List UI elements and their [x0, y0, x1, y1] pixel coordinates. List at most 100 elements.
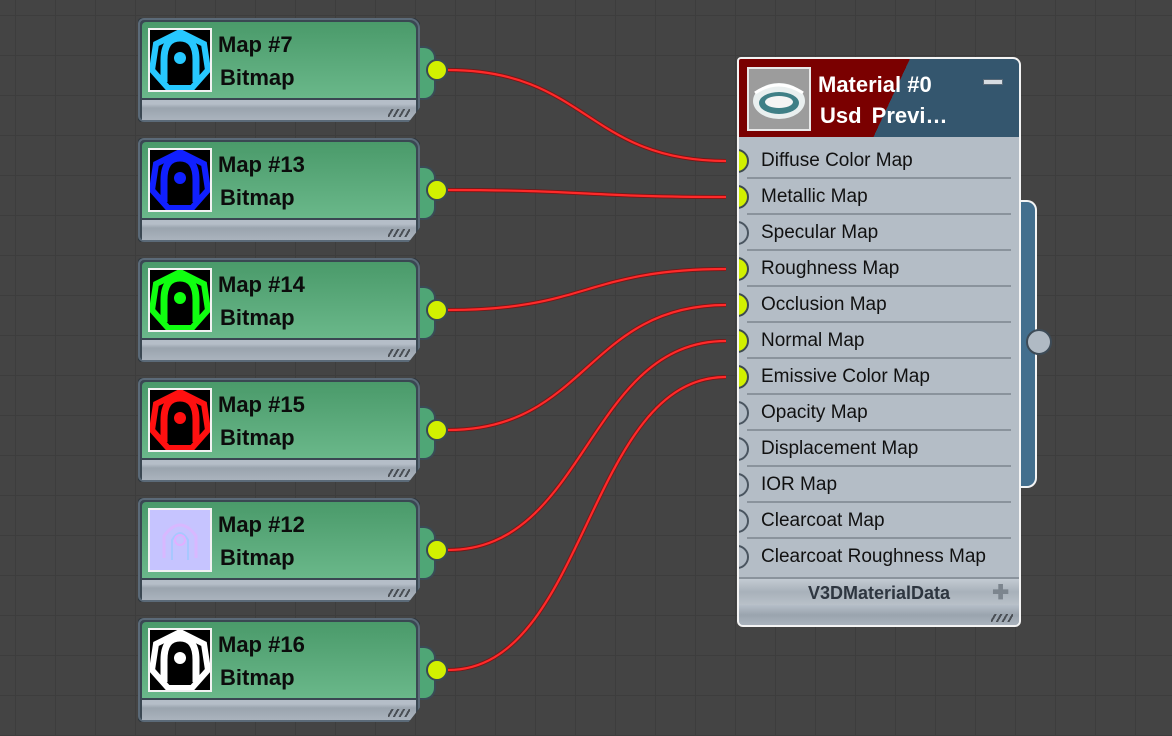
bitmap-output-socket[interactable]	[426, 419, 448, 441]
input-socket[interactable]	[739, 293, 749, 317]
input-socket[interactable]	[739, 473, 749, 497]
bitmap-node-body: Map #15 Bitmap	[138, 378, 420, 482]
connection-wire[interactable]	[447, 375, 727, 672]
resize-grip-icon[interactable]	[388, 709, 410, 717]
bitmap-node-body: Map #16 Bitmap	[138, 618, 420, 722]
material-slot[interactable]: Metallic Map	[739, 179, 1019, 215]
bitmap-output-socket[interactable]	[426, 299, 448, 321]
wire-shadow	[447, 375, 727, 672]
wire-shadow	[447, 303, 727, 432]
bitmap-node[interactable]: Map #13 Bitmap	[138, 138, 436, 242]
resize-grip-icon[interactable]	[388, 229, 410, 237]
bitmap-node[interactable]: Map #14 Bitmap	[138, 258, 436, 362]
resize-grip-icon[interactable]	[388, 469, 410, 477]
plus-icon[interactable]: ✚	[992, 580, 1009, 605]
bitmap-node-footer	[142, 340, 416, 360]
texture-thumbnail-icon	[148, 148, 212, 212]
input-socket[interactable]	[739, 149, 749, 173]
bitmap-node-header[interactable]: Map #16 Bitmap	[142, 622, 416, 698]
bitmap-node-body: Map #12 Bitmap	[138, 498, 420, 602]
material-slot[interactable]: Opacity Map	[739, 395, 1019, 431]
bitmap-output-socket[interactable]	[426, 539, 448, 561]
wire-shadow	[447, 188, 727, 199]
input-socket[interactable]	[739, 437, 749, 461]
bitmap-node-type: Bitmap	[220, 425, 295, 450]
slot-label: Specular Map	[761, 222, 879, 243]
bitmap-node-type: Bitmap	[220, 305, 295, 330]
bitmap-node-title: Map #15	[218, 392, 305, 417]
slot-label: Metallic Map	[761, 186, 868, 207]
material-node-body: Material #0 Usd Previ… Diffuse Color Map…	[737, 57, 1021, 627]
material-slot[interactable]: Diffuse Color Map	[739, 143, 1019, 179]
slot-label: Opacity Map	[761, 402, 868, 423]
resize-grip-icon[interactable]	[388, 589, 410, 597]
material-preview-icon	[747, 67, 811, 131]
material-slot[interactable]: Normal Map	[739, 323, 1019, 359]
bitmap-node-header[interactable]: Map #7 Bitmap	[142, 22, 416, 98]
bitmap-node-footer	[142, 460, 416, 480]
material-node[interactable]: Material #0 Usd Previ… Diffuse Color Map…	[737, 57, 1037, 627]
bitmap-output-socket[interactable]	[426, 179, 448, 201]
bitmap-node[interactable]: Map #16 Bitmap	[138, 618, 436, 722]
bitmap-node[interactable]: Map #7 Bitmap	[138, 18, 436, 122]
material-slot[interactable]: IOR Map	[739, 467, 1019, 503]
material-slot[interactable]: Displacement Map	[739, 431, 1019, 467]
bitmap-node-type: Bitmap	[220, 665, 295, 690]
bitmap-node-footer	[142, 700, 416, 720]
slot-label: Clearcoat Map	[761, 510, 885, 531]
bitmap-node-type: Bitmap	[220, 185, 295, 210]
bitmap-node[interactable]: Map #15 Bitmap	[138, 378, 436, 482]
input-socket[interactable]	[739, 545, 749, 569]
material-node-footer	[739, 605, 1019, 625]
bitmap-node-type: Bitmap	[220, 65, 295, 90]
bitmap-output-socket[interactable]	[426, 59, 448, 81]
normal-map-thumbnail-icon	[148, 508, 212, 572]
bitmap-node-title: Map #13	[218, 152, 305, 177]
slot-label: Emissive Color Map	[761, 366, 930, 387]
bitmap-output-socket[interactable]	[426, 659, 448, 681]
material-node-header[interactable]: Material #0 Usd Previ…	[739, 59, 1019, 137]
connection-wire[interactable]	[447, 267, 727, 312]
connection-wire[interactable]	[447, 68, 727, 163]
texture-thumbnail-icon	[148, 28, 212, 92]
slot-label: Displacement Map	[761, 438, 919, 459]
bitmap-node-header[interactable]: Map #12 Bitmap	[142, 502, 416, 578]
slot-label: IOR Map	[761, 474, 838, 495]
texture-thumbnail-icon	[148, 628, 212, 692]
input-socket[interactable]	[739, 329, 749, 353]
input-socket[interactable]	[739, 365, 749, 389]
input-socket[interactable]	[739, 185, 749, 209]
material-slot[interactable]: Clearcoat Map	[739, 503, 1019, 539]
material-slot[interactable]: Clearcoat Roughness Map	[739, 539, 1019, 575]
bitmap-node-header[interactable]: Map #14 Bitmap	[142, 262, 416, 338]
resize-grip-icon[interactable]	[388, 109, 410, 117]
minus-icon[interactable]	[983, 79, 1003, 85]
input-socket[interactable]	[739, 221, 749, 245]
material-output-socket[interactable]	[1026, 329, 1052, 355]
input-socket[interactable]	[739, 257, 749, 281]
connection-wire[interactable]	[447, 339, 727, 552]
bitmap-node-title: Map #12	[218, 512, 305, 537]
slot-label: Diffuse Color Map	[761, 150, 913, 171]
material-slot[interactable]: Occlusion Map	[739, 287, 1019, 323]
slot-label: Normal Map	[761, 330, 865, 351]
wire-shadow	[447, 339, 727, 552]
bitmap-node-header[interactable]: Map #13 Bitmap	[142, 142, 416, 218]
bitmap-node-header[interactable]: Map #15 Bitmap	[142, 382, 416, 458]
bitmap-node-title: Map #7	[218, 32, 293, 57]
bitmap-node[interactable]: Map #12 Bitmap	[138, 498, 436, 602]
connection-wire[interactable]	[447, 303, 727, 432]
v3d-material-data-rollout[interactable]: V3DMaterialData ✚	[739, 577, 1019, 605]
wire-shadow	[447, 68, 727, 163]
resize-grip-icon[interactable]	[991, 614, 1013, 622]
material-slot-list: Diffuse Color Map Metallic Map Specular Ma…	[739, 143, 1019, 575]
input-socket[interactable]	[739, 401, 749, 425]
material-slot[interactable]: Roughness Map	[739, 251, 1019, 287]
resize-grip-icon[interactable]	[388, 349, 410, 357]
bitmap-node-title: Map #14	[218, 272, 305, 297]
material-slot[interactable]: Specular Map	[739, 215, 1019, 251]
input-socket[interactable]	[739, 509, 749, 533]
material-slot[interactable]: Emissive Color Map	[739, 359, 1019, 395]
slot-label: Roughness Map	[761, 258, 900, 279]
connection-wire[interactable]	[447, 188, 727, 199]
